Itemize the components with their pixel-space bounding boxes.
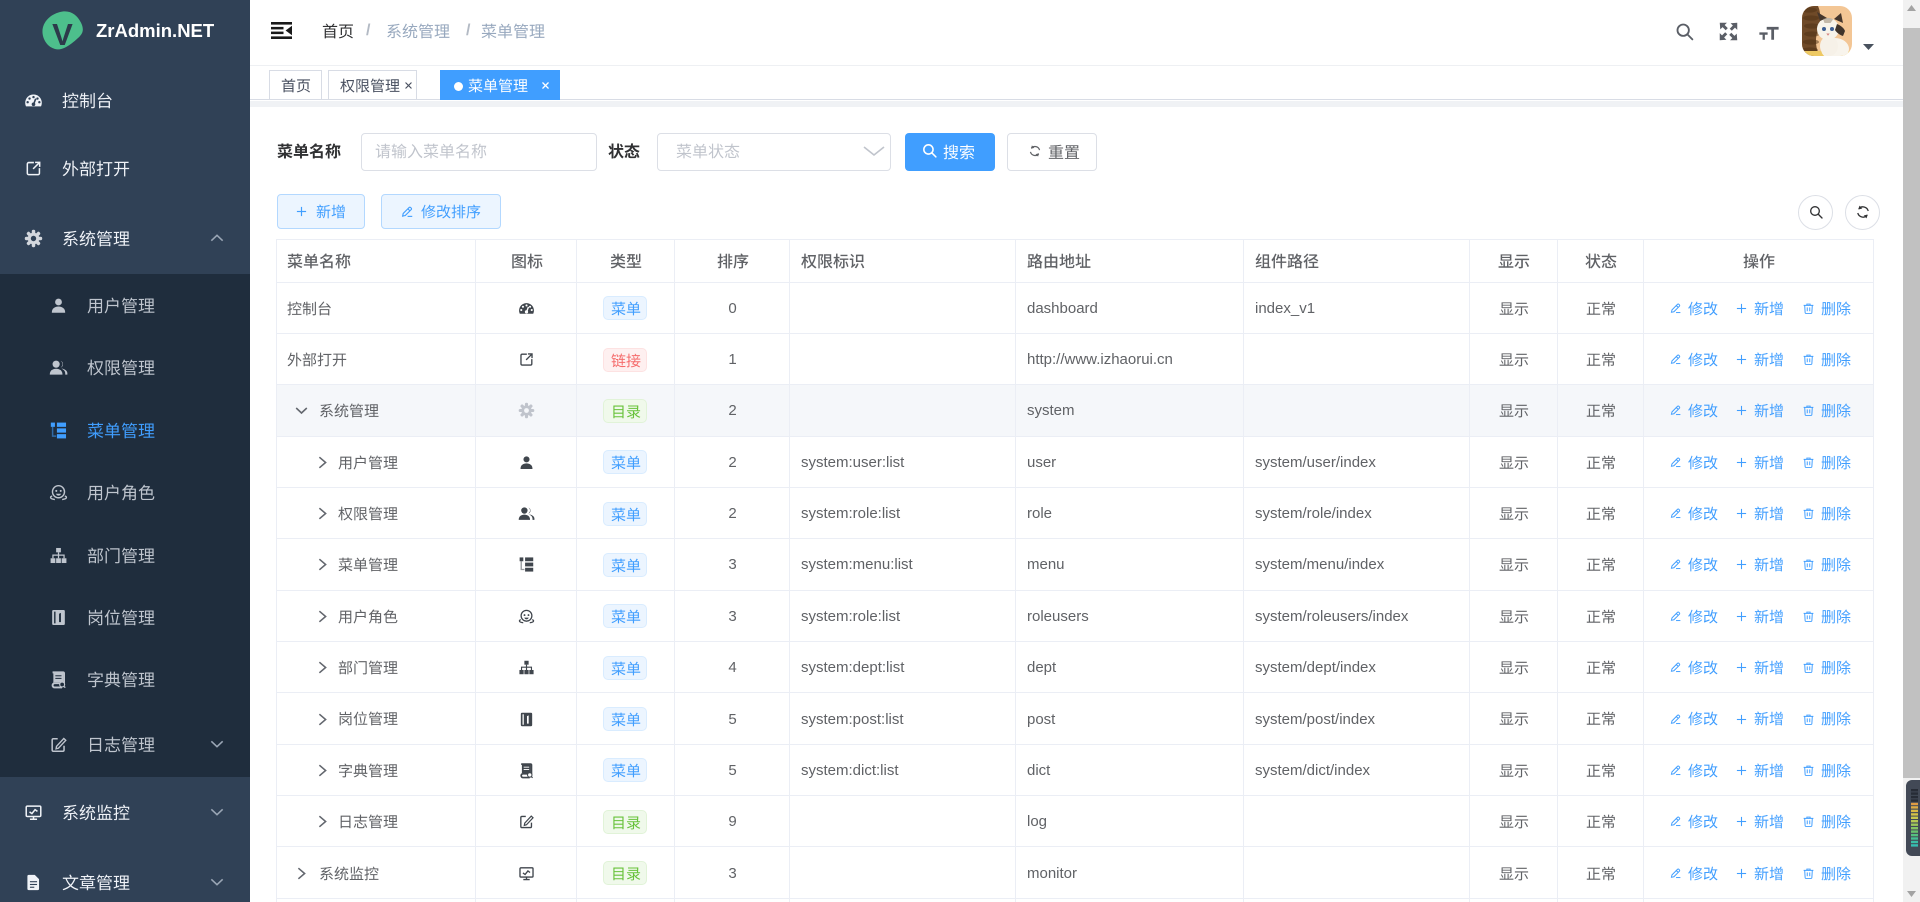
svg-text:V: V bbox=[52, 17, 73, 52]
